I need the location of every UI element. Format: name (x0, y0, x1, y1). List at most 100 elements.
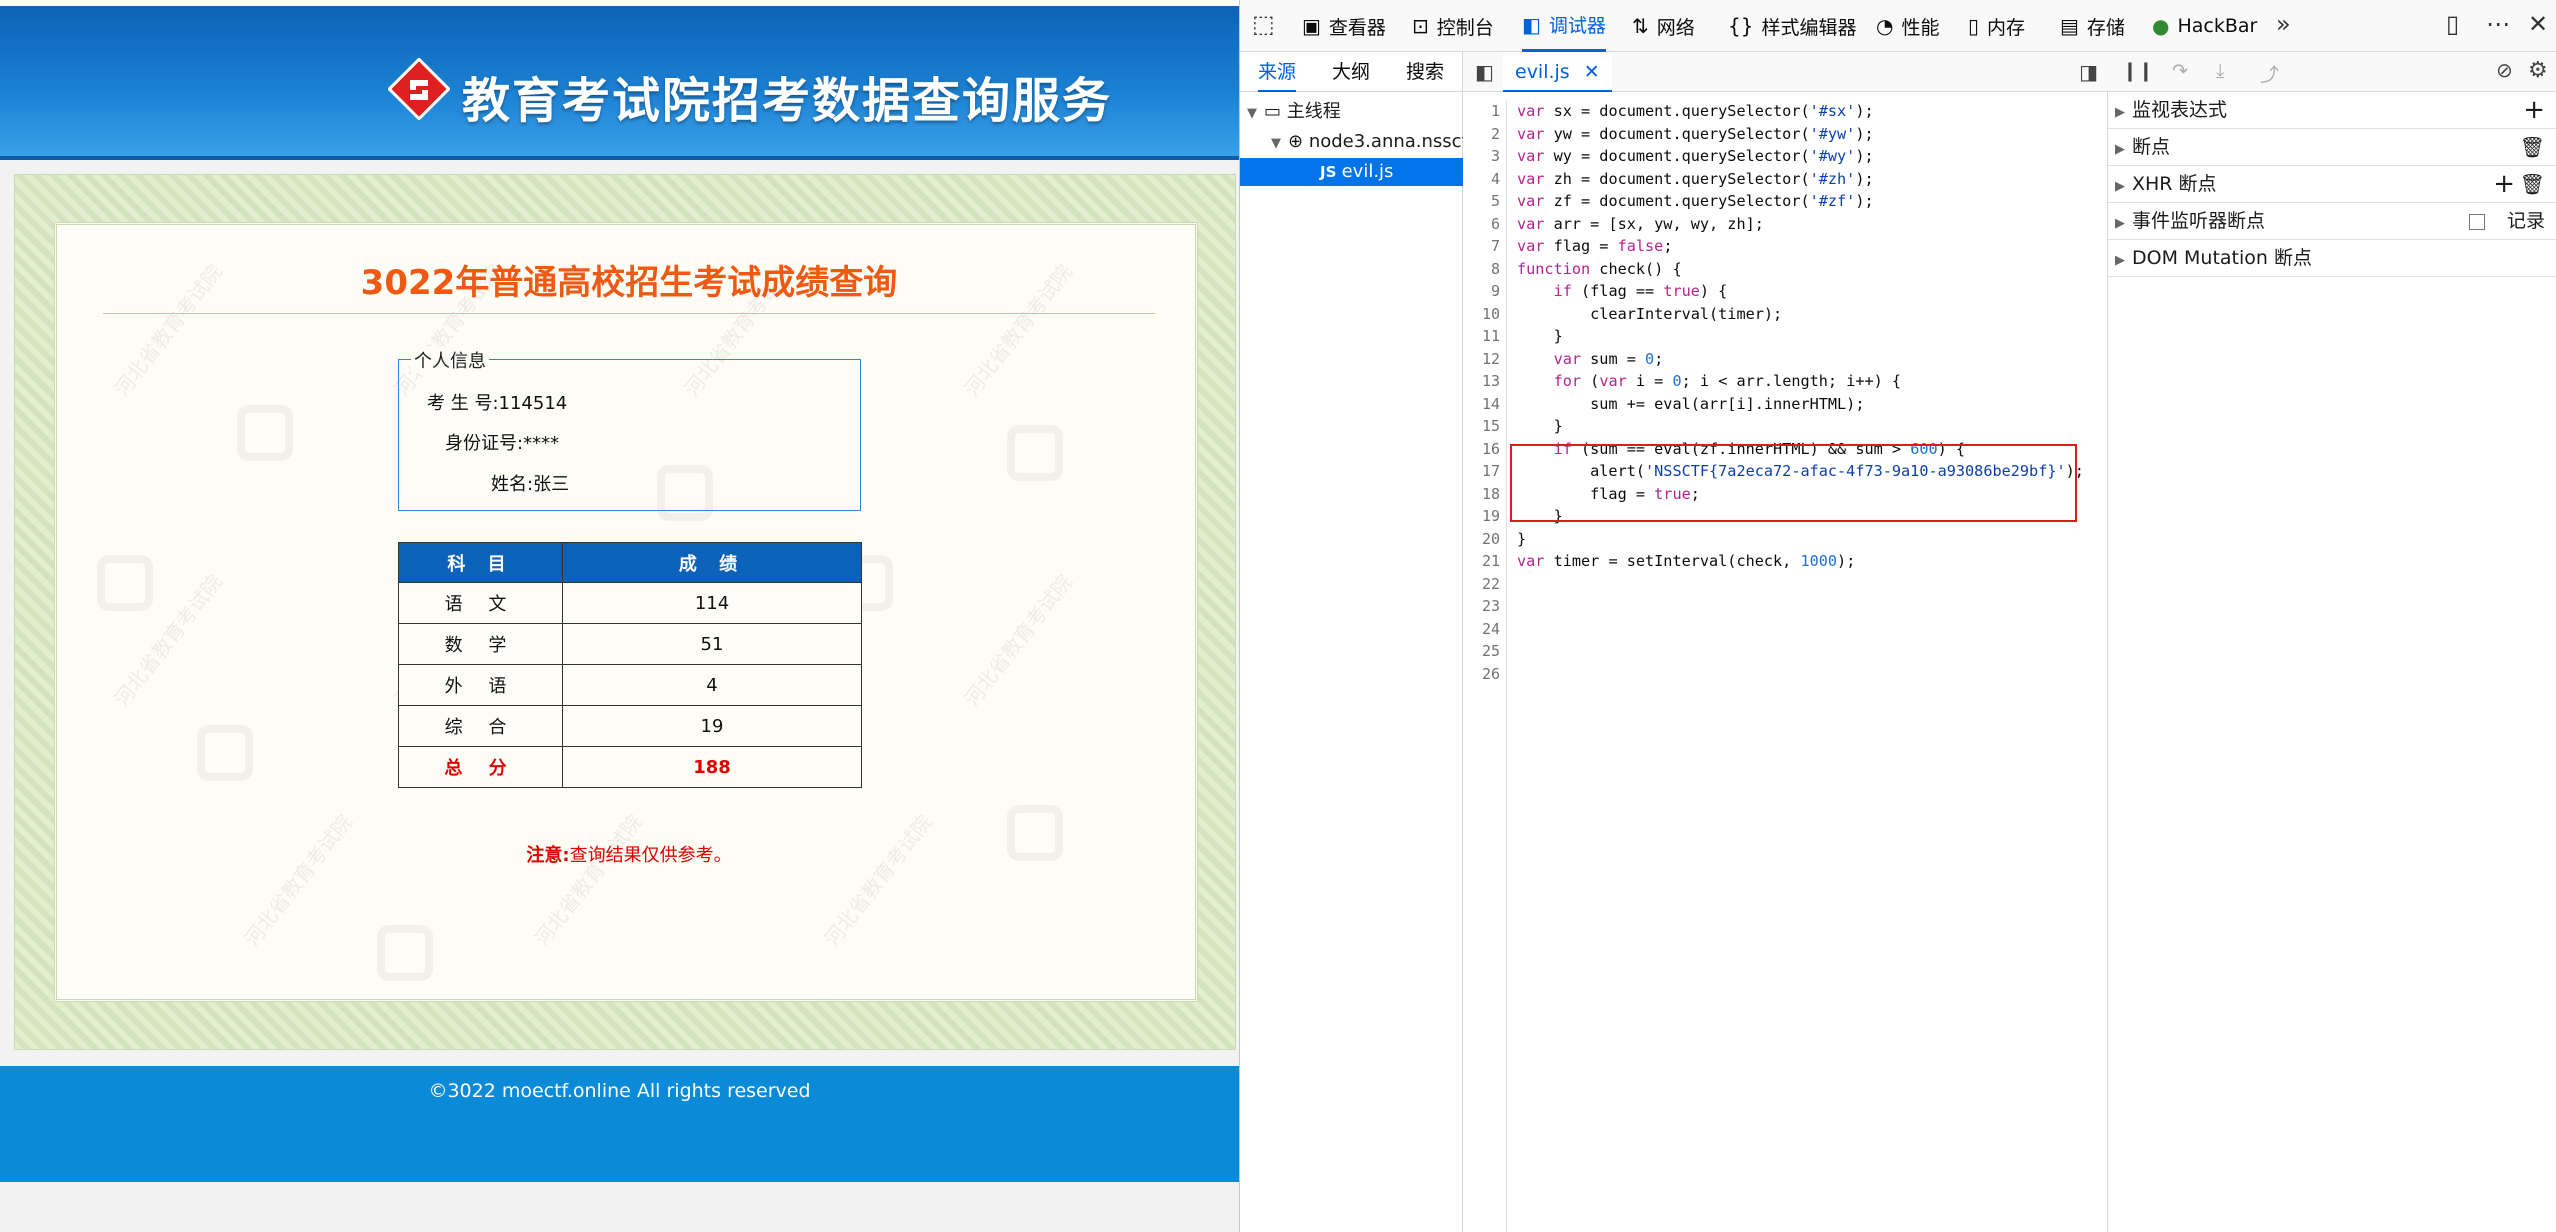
line-number[interactable]: 21 (1463, 550, 1506, 573)
step-out-icon[interactable]: ⤴ (2260, 60, 2279, 87)
table-row: 综 合 19 (398, 705, 862, 747)
candidate-number: 考 生 号:114514 (427, 389, 567, 415)
trash-icon[interactable]: 🗑 (2520, 129, 2545, 166)
tab-inspector[interactable]: ▣ 查看器 (1302, 0, 1386, 52)
performance-icon: ◔ (1876, 14, 1894, 38)
tab-debugger[interactable]: ◧ 调试器 (1522, 0, 1606, 52)
line-number[interactable]: 19 (1463, 505, 1506, 528)
notice: 注意:查询结果仅供参考。 (57, 841, 1195, 867)
site-banner: 教育考试院招考数据查询服务 (0, 6, 1239, 160)
tab-hackbar[interactable]: ● HackBar (2152, 0, 2257, 52)
devtools-toolbar: ⬚ ▣ 查看器 ⊡ 控制台 ◧ 调试器 ⇅ 网络 {} 样式编辑器 ◔ 性能 ▯ 内存 ▤ 存储… (1240, 0, 2556, 52)
line-number[interactable]: 24 (1463, 618, 1506, 641)
line-number[interactable]: 10 (1463, 303, 1506, 326)
line-number[interactable]: 2 (1463, 123, 1506, 146)
tree-item-host[interactable]: ▼ ⊕ node3.anna.nssctf (1240, 128, 1463, 156)
add-icon[interactable]: + (2493, 166, 2515, 203)
memory-icon: ▯ (1968, 14, 1980, 38)
line-number[interactable]: 20 (1463, 528, 1506, 551)
more-options-icon[interactable]: ⋯ (2486, 12, 2510, 36)
section-breakpoints[interactable]: ▶ 断点 🗑 (2108, 129, 2556, 166)
network-icon: ⇅ (1632, 14, 1649, 38)
gear-icon[interactable]: ⚙ (2528, 58, 2548, 83)
element-picker-icon[interactable]: ⬚ (1252, 12, 1275, 36)
pause-icon[interactable]: ❙❙ (2122, 60, 2154, 82)
debugger-side-panel: ❙❙ ↷ ⤓ ⤴ ⊘ ⚙ ▶ 监视表达式 + ▶ 断点 🗑 ▶ XHR 断点 + 🗑 … (2108, 52, 2556, 1232)
code-line: var wy = document.querySelector('#wy'); (1517, 147, 1874, 165)
line-number[interactable]: 8 (1463, 258, 1506, 281)
code-view[interactable]: var sx = document.querySelector('#sx'); v… (1517, 100, 2107, 685)
editor-file-tab[interactable]: evil.js ✕ (1503, 52, 1612, 92)
tab-network[interactable]: ⇅ 网络 (1632, 0, 1695, 52)
line-number[interactable]: 23 (1463, 595, 1506, 618)
tab-console[interactable]: ⊡ 控制台 (1412, 0, 1494, 52)
code-line: sum += eval(arr[i].innerHTML); (1517, 394, 1865, 413)
code-line: var flag = false; (1517, 237, 1673, 255)
line-number[interactable]: 18 (1463, 483, 1506, 506)
line-number[interactable]: 7 (1463, 235, 1506, 258)
section-label: 监视表达式 (2132, 99, 2228, 121)
line-number[interactable]: 14 (1463, 393, 1506, 416)
page-footer: ©3022 moectf.online All rights reserved (0, 1066, 1239, 1182)
line-number[interactable]: 5 (1463, 190, 1506, 213)
score-query-page: 教育考试院招考数据查询服务 河北省教育考试院 河北省教育考试院 河北省教育考试院… (0, 0, 1239, 1232)
tab-label: 网络 (1656, 16, 1695, 39)
line-number[interactable]: 3 (1463, 145, 1506, 168)
toggle-sources-icon[interactable]: ◧ (1475, 60, 1494, 84)
line-number[interactable]: 4 (1463, 168, 1506, 191)
record-label: 记录 (2506, 210, 2545, 232)
close-tab-icon[interactable]: ✕ (1584, 61, 1600, 83)
line-gutter[interactable]: 1 2 3 4 5 6 7 8 9 10 11 12 13 14 15 16 17 18 19 20 21 22 23 24 2… (1463, 100, 1507, 1232)
section-dom-mutation-breakpoints[interactable]: ▶ DOM Mutation 断点 (2108, 240, 2556, 277)
tab-performance[interactable]: ◔ 性能 (1876, 0, 1939, 52)
dock-side-icon[interactable]: ▯ (2446, 12, 2459, 36)
code-line: var zf = document.querySelector('#zf'); (1517, 192, 1874, 210)
tab-sources[interactable]: 来源 (1258, 52, 1297, 92)
tab-memory[interactable]: ▯ 内存 (1968, 0, 2025, 52)
line-number[interactable]: 17 (1463, 460, 1506, 483)
add-icon[interactable]: + (2523, 92, 2545, 129)
console-icon: ⊡ (1412, 14, 1429, 38)
chevron-right-icon: ▶ (2115, 179, 2125, 194)
step-over-icon[interactable]: ↷ (2172, 60, 2188, 82)
tab-storage[interactable]: ▤ 存储 (2060, 0, 2125, 52)
tree-item-main-thread[interactable]: ▼ ▭ 主线程 (1240, 98, 1463, 126)
tab-label: 调试器 (1548, 15, 1606, 37)
trash-icon[interactable]: 🗑 (2520, 166, 2545, 203)
tree-item-file[interactable]: JS evil.js (1240, 158, 1463, 186)
score-cell: 114 (562, 582, 862, 624)
line-number[interactable]: 1 (1463, 100, 1506, 123)
section-event-listener-breakpoints[interactable]: ▶ 事件监听器断点 记录 (2108, 203, 2556, 240)
exam-authority-logo-icon (388, 58, 450, 120)
close-icon[interactable]: ✕ (2528, 12, 2548, 36)
line-number[interactable]: 22 (1463, 573, 1506, 596)
line-number[interactable]: 12 (1463, 348, 1506, 371)
section-xhr-breakpoints[interactable]: ▶ XHR 断点 + 🗑 (2108, 166, 2556, 203)
toggle-side-panel-icon[interactable]: ◨ (2079, 60, 2098, 84)
record-checkbox[interactable] (2469, 214, 2485, 230)
file-tab-label: evil.js (1515, 61, 1570, 83)
notice-label: 注意: (526, 845, 570, 866)
line-number[interactable]: 6 (1463, 213, 1506, 236)
deactivate-breakpoints-icon[interactable]: ⊘ (2496, 58, 2513, 82)
total-score-cell: 188 (562, 746, 862, 788)
code-line: clearInterval(timer); (1517, 304, 1783, 323)
style-editor-icon: {} (1728, 14, 1754, 38)
section-watch-expressions[interactable]: ▶ 监视表达式 + (2108, 92, 2556, 129)
line-number[interactable]: 9 (1463, 280, 1506, 303)
candidate-number-value: 114514 (498, 393, 568, 414)
tab-outline[interactable]: 大纲 (1332, 52, 1370, 92)
line-number[interactable]: 15 (1463, 415, 1506, 438)
step-in-icon[interactable]: ⤓ (2216, 60, 2224, 82)
line-number[interactable]: 11 (1463, 325, 1506, 348)
tab-search[interactable]: 搜索 (1406, 52, 1444, 92)
devtools-panel: ⬚ ▣ 查看器 ⊡ 控制台 ◧ 调试器 ⇅ 网络 {} 样式编辑器 ◔ 性能 ▯ 内存 ▤ 存储… (1239, 0, 2556, 1232)
more-tabs-icon[interactable]: » (2276, 12, 2291, 36)
globe-icon: ⊕ (1288, 131, 1309, 152)
tab-style-editor[interactable]: {} 样式编辑器 (1728, 0, 1856, 52)
line-number[interactable]: 13 (1463, 370, 1506, 393)
line-number[interactable]: 26 (1463, 663, 1506, 686)
code-line: function check() { (1517, 259, 1682, 278)
line-number[interactable]: 25 (1463, 640, 1506, 663)
line-number[interactable]: 16 (1463, 438, 1506, 461)
